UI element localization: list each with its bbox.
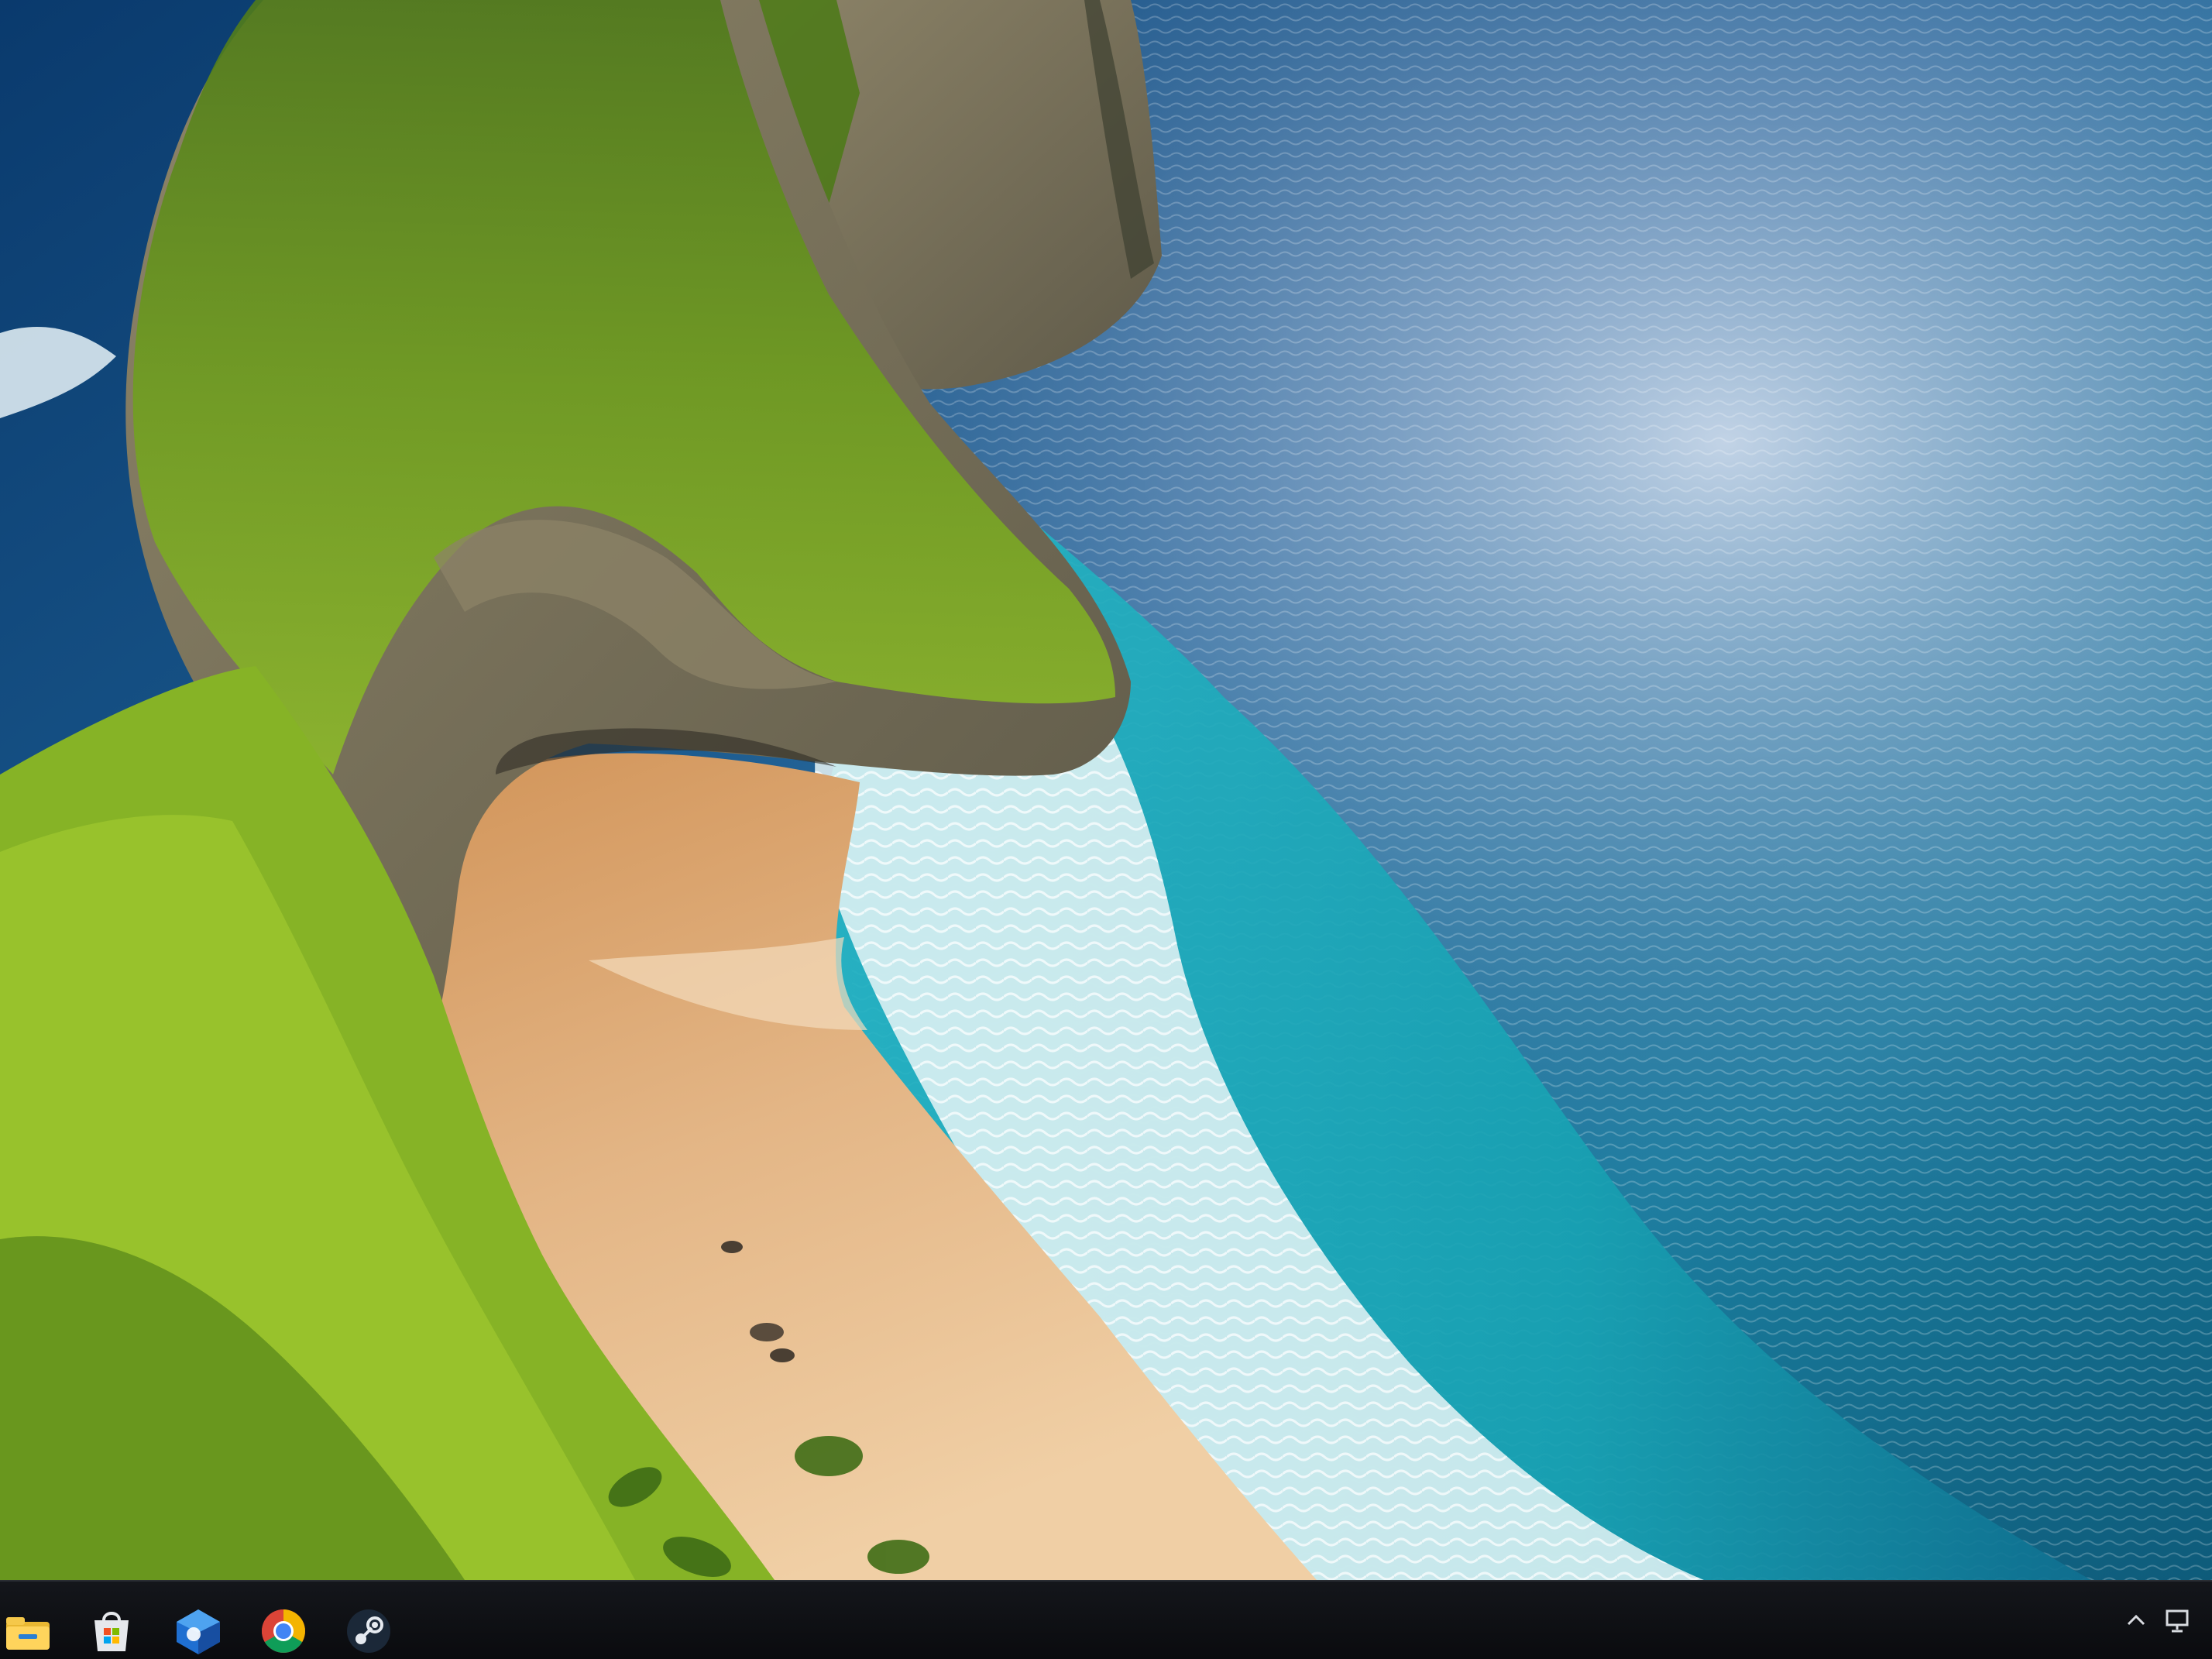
chrome-button[interactable] — [256, 1603, 311, 1659]
edge-or-outlook-button[interactable] — [170, 1603, 226, 1659]
taskbar — [0, 1580, 2212, 1659]
network-button[interactable] — [2162, 1605, 2193, 1636]
system-tray — [2104, 1582, 2212, 1659]
desktop-wallpaper — [0, 0, 2212, 1580]
chevron-up-icon — [2127, 1614, 2145, 1626]
microsoft-store-button[interactable] — [84, 1603, 139, 1659]
network-icon — [2166, 1609, 2189, 1633]
file-explorer-icon — [6, 1617, 50, 1650]
steam-icon — [347, 1609, 390, 1653]
chrome-icon — [262, 1609, 305, 1653]
file-explorer-button[interactable] — [0, 1603, 56, 1659]
steam-button[interactable] — [341, 1603, 397, 1659]
edge-or-outlook-icon — [177, 1609, 220, 1654]
microsoft-store-icon — [94, 1612, 129, 1651]
show-hidden-icons-button[interactable] — [2121, 1605, 2152, 1636]
desktop-screen — [0, 0, 2212, 1659]
